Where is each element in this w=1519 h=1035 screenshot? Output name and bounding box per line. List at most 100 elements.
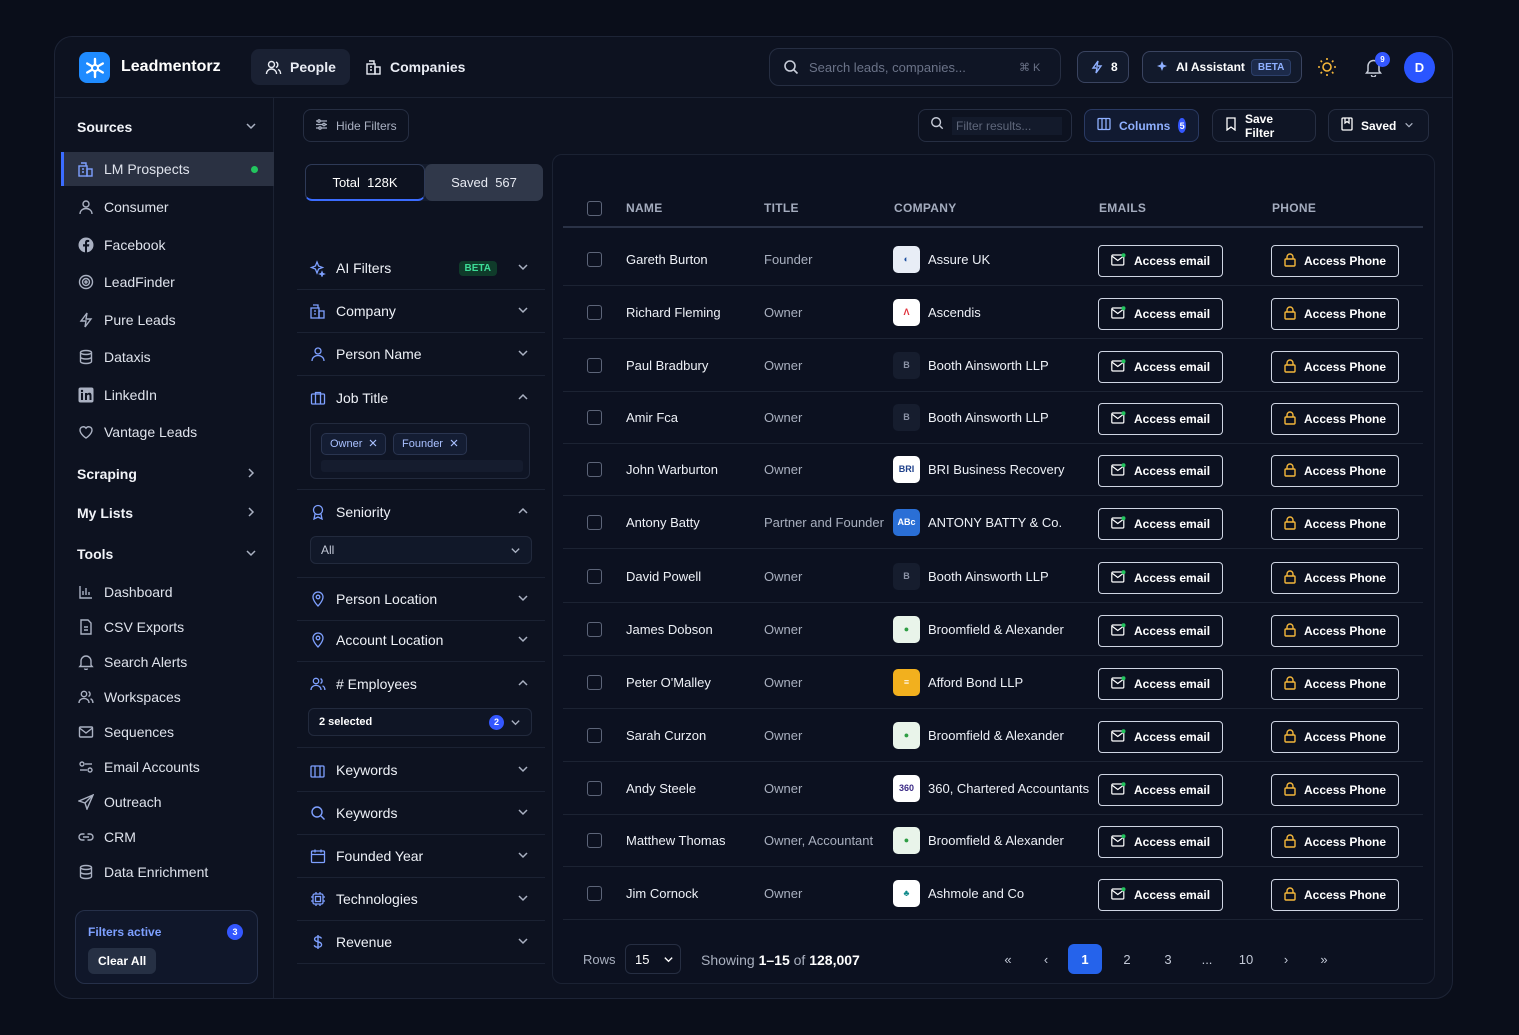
- tool-item-data-enrichment[interactable]: Data Enrichment: [77, 858, 208, 886]
- row-checkbox[interactable]: [587, 622, 602, 637]
- row-checkbox[interactable]: [587, 781, 602, 796]
- scraping-section-header[interactable]: Scraping: [77, 466, 257, 482]
- close-icon[interactable]: [450, 438, 458, 450]
- table-row[interactable]: Paul Bradbury Owner B Booth Ainsworth LLP Ac…: [563, 339, 1423, 392]
- page-next-button[interactable]: ›: [1269, 944, 1303, 974]
- access-email-button[interactable]: Access email: [1098, 245, 1224, 277]
- table-row[interactable]: Richard Fleming Owner Λ Ascendis Access emai…: [563, 286, 1423, 339]
- table-row[interactable]: Antony Batty Partner and Founder ABc ANTONY…: [563, 496, 1423, 549]
- row-checkbox[interactable]: [587, 886, 602, 901]
- global-search[interactable]: ⌘ K: [769, 48, 1061, 86]
- page-prev-button[interactable]: ‹: [1029, 944, 1063, 974]
- seniority-select[interactable]: All: [310, 536, 532, 564]
- user-avatar[interactable]: D: [1404, 52, 1435, 83]
- header-title[interactable]: TITLE: [764, 201, 799, 215]
- sidebar-item-leadfinder[interactable]: LeadFinder: [61, 265, 274, 299]
- access-phone-button[interactable]: Access Phone: [1271, 774, 1400, 806]
- brand-logo-icon[interactable]: [79, 52, 110, 83]
- row-checkbox[interactable]: [587, 833, 602, 848]
- header-phone[interactable]: PHONE: [1272, 201, 1316, 215]
- lead-name[interactable]: Jim Cornock: [626, 867, 698, 919]
- nav-people-tab[interactable]: People: [251, 49, 350, 85]
- tool-item-sequences[interactable]: Sequences: [77, 718, 174, 746]
- sidebar-item-consumer[interactable]: Consumer: [61, 190, 274, 224]
- lead-name[interactable]: Antony Batty: [626, 496, 700, 548]
- access-phone-button[interactable]: Access Phone: [1271, 879, 1400, 911]
- row-checkbox[interactable]: [587, 675, 602, 690]
- lead-company[interactable]: B Booth Ainsworth LLP: [893, 391, 1049, 443]
- sources-section-header[interactable]: Sources: [77, 119, 257, 135]
- lead-company[interactable]: ● Broomfield & Alexander: [893, 709, 1064, 761]
- lead-name[interactable]: Sarah Curzon: [626, 709, 706, 761]
- access-email-button[interactable]: Access email: [1098, 721, 1224, 753]
- tool-item-search-alerts[interactable]: Search Alerts: [77, 648, 187, 676]
- sidebar-item-facebook[interactable]: Facebook: [61, 228, 274, 262]
- lead-name[interactable]: Richard Fleming: [626, 286, 721, 338]
- row-checkbox[interactable]: [587, 252, 602, 267]
- access-email-button[interactable]: Access email: [1098, 774, 1224, 806]
- columns-button[interactable]: Columns 5: [1084, 109, 1199, 142]
- brand-name[interactable]: Leadmentorz: [121, 58, 221, 76]
- access-phone-button[interactable]: Access Phone: [1271, 508, 1400, 540]
- tool-item-csv-exports[interactable]: CSV Exports: [77, 613, 184, 641]
- saved-tab[interactable]: Saved 567: [425, 164, 543, 201]
- close-icon[interactable]: [369, 438, 377, 450]
- access-phone-button[interactable]: Access Phone: [1271, 562, 1400, 594]
- access-email-button[interactable]: Access email: [1098, 826, 1224, 858]
- access-email-button[interactable]: Access email: [1098, 879, 1224, 911]
- page-last-button[interactable]: »: [1307, 944, 1341, 974]
- access-phone-button[interactable]: Access Phone: [1271, 721, 1400, 753]
- table-row[interactable]: John Warburton Owner BRI BRI Business Recov…: [563, 443, 1423, 496]
- ai-assistant-button[interactable]: AI Assistant BETA: [1142, 51, 1303, 83]
- lead-name[interactable]: David Powell: [626, 550, 701, 602]
- table-row[interactable]: Amir Fca Owner B Booth Ainsworth LLP Access …: [563, 391, 1423, 444]
- tool-item-dashboard[interactable]: Dashboard: [77, 578, 173, 606]
- lead-company[interactable]: ♣ Ashmole and Co: [893, 867, 1024, 919]
- filter-company[interactable]: Company: [297, 290, 545, 333]
- header-emails[interactable]: EMAILS: [1099, 201, 1146, 215]
- access-phone-button[interactable]: Access Phone: [1271, 455, 1400, 487]
- header-company[interactable]: COMPANY: [894, 201, 957, 215]
- access-phone-button[interactable]: Access Phone: [1271, 826, 1400, 858]
- lead-company[interactable]: ● Broomfield & Alexander: [893, 603, 1064, 655]
- lead-company[interactable]: BRI BRI Business Recovery: [893, 443, 1065, 495]
- lead-company[interactable]: ● Broomfield & Alexander: [893, 814, 1064, 866]
- access-email-button[interactable]: Access email: [1098, 615, 1224, 647]
- sidebar-item-dataxis[interactable]: Dataxis: [61, 340, 274, 374]
- access-email-button[interactable]: Access email: [1098, 508, 1224, 540]
- filter-person-name[interactable]: Person Name: [297, 333, 545, 376]
- table-row[interactable]: Gareth Burton Founder ◐ Assure UK Access ema…: [563, 233, 1423, 286]
- save-filter-button[interactable]: Save Filter: [1212, 109, 1316, 142]
- filter-founded-year[interactable]: Founded Year: [297, 835, 545, 878]
- clear-all-button[interactable]: Clear All: [88, 948, 157, 974]
- page-button-1[interactable]: 1: [1068, 944, 1102, 974]
- sidebar-item-vantage-leads[interactable]: Vantage Leads: [61, 415, 274, 449]
- access-email-button[interactable]: Access email: [1098, 403, 1224, 435]
- lead-company[interactable]: Λ Ascendis: [893, 286, 981, 338]
- global-search-input[interactable]: [809, 59, 1009, 75]
- access-phone-button[interactable]: Access Phone: [1271, 245, 1400, 277]
- lead-name[interactable]: James Dobson: [626, 603, 713, 655]
- lead-company[interactable]: B Booth Ainsworth LLP: [893, 550, 1049, 602]
- rows-per-page-select[interactable]: 15: [625, 944, 681, 974]
- table-row[interactable]: James Dobson Owner ● Broomfield & Alexander…: [563, 603, 1423, 656]
- chip-text-input[interactable]: [321, 460, 523, 472]
- row-checkbox[interactable]: [587, 515, 602, 530]
- lead-company[interactable]: ABc ANTONY BATTY & Co.: [893, 496, 1062, 548]
- filter-technologies[interactable]: Technologies: [297, 878, 545, 921]
- tool-item-email-accounts[interactable]: Email Accounts: [77, 753, 200, 781]
- page-button-3[interactable]: 3: [1151, 944, 1185, 974]
- access-phone-button[interactable]: Access Phone: [1271, 668, 1400, 700]
- page-button-10[interactable]: 10: [1229, 944, 1263, 974]
- table-row[interactable]: David Powell Owner B Booth Ainsworth LLP Acc…: [563, 550, 1423, 603]
- filter-employees[interactable]: # Employees: [297, 662, 545, 705]
- table-row[interactable]: Andy Steele Owner 360 360, Chartered Accoun…: [563, 762, 1423, 815]
- access-phone-button[interactable]: Access Phone: [1271, 351, 1400, 383]
- row-checkbox[interactable]: [587, 305, 602, 320]
- total-tab[interactable]: Total 128K: [305, 164, 425, 201]
- lead-company[interactable]: ≡ Afford Bond LLP: [893, 656, 1023, 708]
- lead-company[interactable]: 360 360, Chartered Accountants: [893, 762, 1089, 814]
- access-email-button[interactable]: Access email: [1098, 668, 1224, 700]
- sun-icon[interactable]: [1315, 55, 1339, 79]
- page-button-2[interactable]: 2: [1110, 944, 1144, 974]
